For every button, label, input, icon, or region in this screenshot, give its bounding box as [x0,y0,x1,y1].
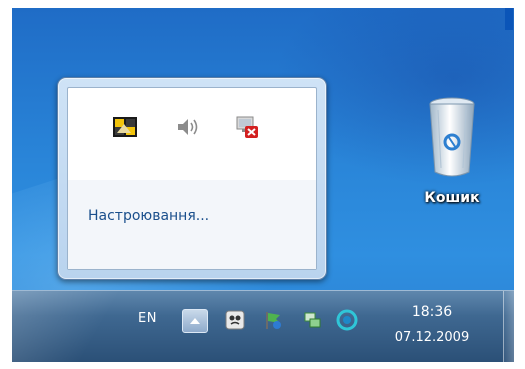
show-hidden-icons-button[interactable] [182,309,208,333]
clock[interactable]: 18:36 07.12.2009 [372,301,492,349]
network-disconnected-icon[interactable] [230,110,264,144]
popup-footer: Настроювання... [68,180,316,269]
clock-date: 07.12.2009 [394,330,470,345]
customize-link[interactable]: Настроювання... [88,208,209,224]
network-icon[interactable] [299,307,325,333]
recycle-bin-label: Кошик [424,190,480,206]
chevron-up-icon [190,318,200,324]
notification-overflow-popup: Настроювання... [57,77,327,280]
recycle-bin[interactable]: Кошик [402,94,502,214]
clock-time: 18:36 [411,304,453,320]
window-edge [505,8,513,30]
tray-app-icon[interactable] [108,110,142,144]
antivirus-icon[interactable] [222,307,248,333]
recycle-bin-icon [429,97,475,177]
sync-icon[interactable] [334,307,360,333]
language-indicator[interactable]: EN [138,311,157,326]
speaker-icon[interactable] [171,110,205,144]
show-desktop-button[interactable] [503,291,514,362]
taskbar: EN 18:36 07.12.2009 [12,290,514,362]
flag-icon[interactable] [260,307,286,333]
hidden-icons-row [68,110,316,150]
popup-content: Настроювання... [67,87,317,270]
